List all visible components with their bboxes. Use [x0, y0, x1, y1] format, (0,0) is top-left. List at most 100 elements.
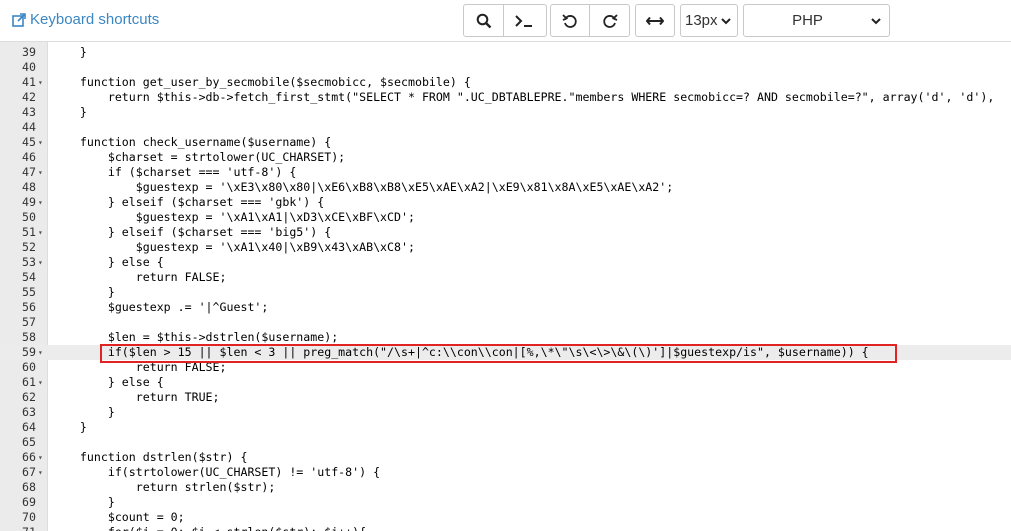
line-number: 64: [22, 420, 36, 434]
code-line[interactable]: 48 $guestexp = '\xE3\x80\x80|\xE6\xB8\xB…: [0, 180, 1011, 195]
line-number: 41: [22, 75, 36, 89]
code-text: } elseif ($charset === 'gbk') {: [52, 195, 325, 209]
line-number: 71: [0, 525, 36, 531]
code-line[interactable]: 62 return TRUE;: [0, 390, 1011, 405]
font-size-select[interactable]: 13px: [680, 4, 738, 37]
search-button[interactable]: [464, 5, 504, 36]
code-line[interactable]: 67 ▾ if(strtolower(UC_CHARSET) != 'utf-8'…: [0, 465, 1011, 480]
code-line[interactable]: 53 ▾ } else {: [0, 255, 1011, 270]
code-line[interactable]: 41 ▾ function get_user_by_secmobile($secm…: [0, 75, 1011, 90]
code-text: $guestexp .= '|^Guest';: [52, 300, 269, 314]
keyboard-shortcuts-link[interactable]: Keyboard shortcuts: [12, 11, 159, 28]
code-text: } elseif ($charset === 'big5') {: [52, 225, 332, 239]
code-line[interactable]: 56 $guestexp .= '|^Guest';: [0, 300, 1011, 315]
fold-arrow-icon[interactable]: ▾: [38, 75, 43, 90]
line-number: 63: [22, 405, 36, 419]
external-link-icon: [12, 12, 26, 27]
fold-arrow-icon[interactable]: ▾: [38, 255, 43, 270]
code-line[interactable]: 69 }: [0, 495, 1011, 510]
redo-button[interactable]: [590, 5, 629, 36]
code-text: }: [52, 405, 115, 419]
code-text: $count = 0;: [52, 510, 185, 524]
code-text: if ($charset === 'utf-8') {: [52, 165, 297, 179]
code-line[interactable]: 47 ▾ if ($charset === 'utf-8') {: [0, 165, 1011, 180]
code-line[interactable]: 43 }: [0, 105, 1011, 120]
chevron-down-icon: [721, 18, 731, 25]
fold-arrow-icon[interactable]: ▾: [38, 195, 43, 210]
undo-icon: [562, 13, 577, 28]
line-number: 39: [22, 45, 36, 59]
code-text: return FALSE;: [52, 360, 227, 374]
code-text: $charset = strtolower(UC_CHARSET);: [52, 150, 346, 164]
code-text: for($i = 0; $i < strlen($str); $i++){: [52, 525, 366, 531]
code-line[interactable]: 64 }: [0, 420, 1011, 435]
code-text: }: [52, 45, 87, 59]
line-number: 59: [22, 345, 36, 359]
code-text: }: [52, 495, 115, 509]
fold-arrow-icon[interactable]: ▾: [38, 225, 43, 240]
code-editor[interactable]: 39 } 40 41 ▾ function get_user_by_secmobile…: [0, 42, 1011, 531]
code-line[interactable]: 50 $guestexp = '\xA1\xA1|\xD3\xCE\xBF\xC…: [0, 210, 1011, 225]
code-line[interactable]: 54 return FALSE;: [0, 270, 1011, 285]
code-line[interactable]: 39 }: [0, 45, 1011, 60]
search-command-group: [463, 4, 547, 37]
line-number: 61: [22, 375, 36, 389]
code-line[interactable]: 49 ▾ } elseif ($charset === 'gbk') {: [0, 195, 1011, 210]
line-number: 55: [22, 285, 36, 299]
code-line[interactable]: 63 }: [0, 405, 1011, 420]
command-line-button[interactable]: [504, 5, 544, 36]
code-line[interactable]: 59 ▾ if($len > 15 || $len < 3 || preg_mat…: [0, 345, 1011, 360]
undo-button[interactable]: [551, 5, 591, 36]
editor-toolbar: Keyboard shortcuts 13px PHP: [0, 0, 1011, 42]
fold-arrow-icon[interactable]: ▾: [38, 135, 43, 150]
terminal-icon: [515, 14, 532, 27]
code-line[interactable]: 58 $len = $this->dstrlen($username);: [0, 330, 1011, 345]
code-line[interactable]: 46 $charset = strtolower(UC_CHARSET);: [0, 150, 1011, 165]
code-text: $len = $this->dstrlen($username);: [52, 330, 339, 344]
language-select[interactable]: PHP: [743, 4, 890, 37]
line-number: 67: [22, 465, 36, 479]
fold-arrow-icon[interactable]: ▾: [38, 375, 43, 390]
redo-icon: [602, 13, 618, 28]
code-line[interactable]: 52 $guestexp = '\xA1\x40|\xB9\x43\xAB\xC…: [0, 240, 1011, 255]
line-number: 51: [22, 225, 36, 239]
language-value: PHP: [792, 12, 823, 29]
code-line[interactable]: 55 }: [0, 285, 1011, 300]
code-line[interactable]: 71▾ for($i = 0; $i < strlen($str); $i++)…: [0, 525, 1011, 531]
code-line[interactable]: 65: [0, 435, 1011, 450]
fold-arrow-icon[interactable]: ▾: [38, 165, 43, 180]
line-number: 66: [22, 450, 36, 464]
code-line[interactable]: 51 ▾ } elseif ($charset === 'big5') {: [0, 225, 1011, 240]
code-text: $guestexp = '\xA1\x40|\xB9\x43\xAB\xC8';: [52, 240, 415, 254]
font-size-value: 13px: [685, 12, 718, 29]
code-line[interactable]: 68 return strlen($str);: [0, 480, 1011, 495]
fold-arrow-icon[interactable]: ▾: [38, 450, 43, 465]
line-number: 62: [22, 390, 36, 404]
line-number: 50: [22, 210, 36, 224]
code-line[interactable]: 60 return FALSE;: [0, 360, 1011, 375]
line-number: 58: [22, 330, 36, 344]
code-line[interactable]: 42 return $this->db->fetch_first_stmt("S…: [0, 90, 1011, 105]
code-line[interactable]: 44: [0, 120, 1011, 135]
code-line[interactable]: 70 $count = 0;: [0, 510, 1011, 525]
code-text: if(strtolower(UC_CHARSET) != 'utf-8') {: [52, 465, 381, 479]
fold-arrow-icon[interactable]: ▾: [38, 525, 43, 531]
fold-arrow-icon[interactable]: ▾: [38, 345, 43, 360]
fold-arrow-icon[interactable]: ▾: [38, 465, 43, 480]
line-number: 46: [22, 150, 36, 164]
line-number: 60: [22, 360, 36, 374]
code-text: }: [52, 420, 87, 434]
code-text: return $this->db->fetch_first_stmt("SELE…: [52, 90, 995, 104]
code-line[interactable]: 57: [0, 315, 1011, 330]
code-text: $guestexp = '\xE3\x80\x80|\xE6\xB8\xB8\x…: [52, 180, 674, 194]
line-number: 44: [22, 120, 36, 134]
line-number: 65: [22, 435, 36, 449]
code-line[interactable]: 40: [0, 60, 1011, 75]
wrap-toggle-button[interactable]: [635, 4, 675, 37]
line-number: 48: [22, 180, 36, 194]
code-line[interactable]: 66 ▾ function dstrlen($str) {: [0, 450, 1011, 465]
code-line[interactable]: 45 ▾ function check_username($username) {: [0, 135, 1011, 150]
code-text: return TRUE;: [52, 390, 220, 404]
code-line[interactable]: 61 ▾ } else {: [0, 375, 1011, 390]
code-text: } else {: [52, 255, 164, 269]
